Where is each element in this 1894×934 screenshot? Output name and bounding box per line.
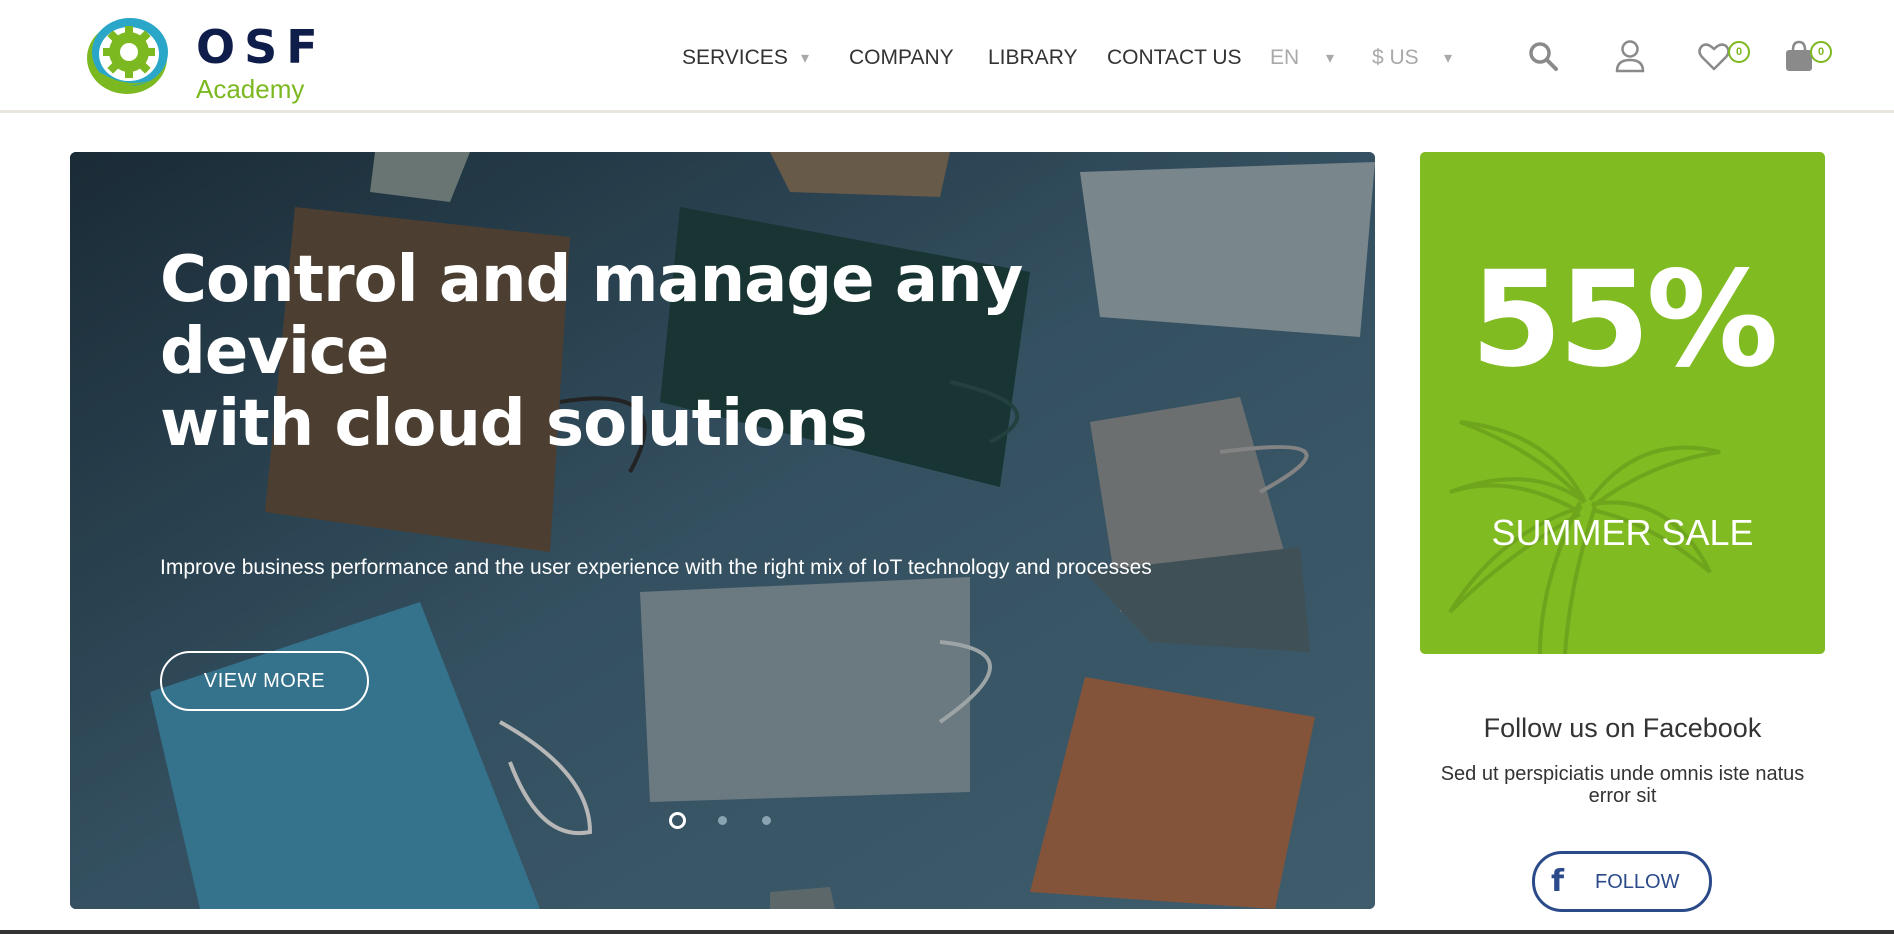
facebook-description: Sed ut perspiciatis unde omnis iste natu… <box>1440 763 1805 807</box>
sale-percent: 55% <box>1470 243 1779 397</box>
logo[interactable]: OSF Academy <box>83 12 323 104</box>
currency-chevron-down-icon[interactable]: ▾ <box>1444 46 1452 72</box>
nav-item-company[interactable]: COMPANY <box>849 44 954 72</box>
services-chevron-down-icon[interactable]: ▾ <box>801 46 809 72</box>
slider-dot-2[interactable] <box>718 816 727 825</box>
logo-subtitle: Academy <box>196 74 305 104</box>
nav-item-services[interactable]: SERVICES <box>682 44 788 72</box>
logo-name: OSF <box>196 20 327 74</box>
sale-label: SUMMER SALE <box>1491 512 1754 553</box>
slider-dot-3[interactable] <box>762 816 771 825</box>
site-header: OSF Academy SERVICES ▾ COMPANY LIBRARY C… <box>0 0 1894 113</box>
slider-pagination <box>669 812 779 832</box>
wishlist-count-badge: 0 <box>1728 41 1750 63</box>
follow-label: FOLLOW <box>1595 871 1680 893</box>
hero-subtitle: Improve business performance and the use… <box>160 556 1152 579</box>
hero-slider: Control and manage any device with cloud… <box>70 152 1375 909</box>
nav-item-contact-us[interactable]: CONTACT US <box>1107 44 1242 72</box>
hero-title-line-1: Control and manage any device <box>160 243 1023 389</box>
nav-item-library[interactable]: LIBRARY <box>988 44 1078 72</box>
search-icon[interactable] <box>1527 40 1559 72</box>
summer-sale-banner[interactable]: 55% SUMMER SALE <box>1420 152 1825 654</box>
language-chevron-down-icon[interactable]: ▾ <box>1326 46 1334 72</box>
facebook-follow-button[interactable]: f FOLLOW <box>1532 851 1712 912</box>
page-bottom-divider <box>0 930 1894 934</box>
user-icon[interactable] <box>1615 39 1645 73</box>
language-selector[interactable]: EN <box>1270 44 1299 72</box>
currency-selector[interactable]: $ US <box>1372 44 1419 72</box>
facebook-title: Follow us on Facebook <box>1483 713 1762 743</box>
shopping-bag-icon[interactable] <box>1784 40 1814 72</box>
slider-dot-1[interactable] <box>669 812 686 829</box>
cart-count-badge: 0 <box>1810 41 1832 63</box>
facebook-icon: f <box>1551 864 1565 899</box>
heart-icon[interactable] <box>1698 41 1730 71</box>
view-more-button[interactable]: VIEW MORE <box>160 651 369 711</box>
logo-gear-icon <box>87 18 168 94</box>
hero-title-line-2: with cloud solutions <box>160 387 868 461</box>
hero-title: Control and manage any device with cloud… <box>160 244 1260 460</box>
